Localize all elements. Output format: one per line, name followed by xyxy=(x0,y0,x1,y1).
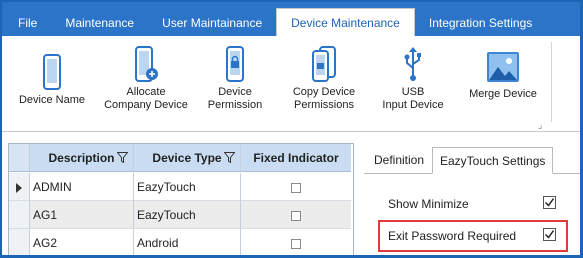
tab-definition[interactable]: Definition xyxy=(367,147,431,174)
merge-device-label: Merge Device xyxy=(469,88,537,100)
checkmark-icon xyxy=(544,198,555,207)
device-permission-button[interactable]: Device Permission xyxy=(204,46,266,112)
allocate-company-device-label: Allocate Company Device xyxy=(104,86,188,111)
ribbon-separator xyxy=(551,42,552,122)
tab-integration-settings[interactable]: Integration Settings xyxy=(415,10,546,36)
tab-device-maintenance[interactable]: Device Maintenance xyxy=(276,8,415,36)
cell-device-type[interactable]: EazyTouch xyxy=(134,173,241,201)
row-selector[interactable] xyxy=(9,229,30,255)
device-grid: Description Device Type Fixed Indicator … xyxy=(8,143,354,255)
copy-device-permissions-label: Copy Device Permissions xyxy=(292,86,356,111)
cell-description[interactable]: AG1 xyxy=(30,201,134,229)
column-header-device-type[interactable]: Device Type xyxy=(134,144,241,172)
row-pointer-icon[interactable] xyxy=(9,173,30,201)
phone-add-icon xyxy=(135,46,158,82)
column-header-fixed-indicator[interactable]: Fixed Indicator xyxy=(241,144,351,172)
cell-fixed-indicator[interactable] xyxy=(241,173,351,201)
table-row[interactable]: ADMIN EazyTouch xyxy=(9,173,353,201)
column-header-description[interactable]: Description xyxy=(30,144,134,172)
show-minimize-checkbox[interactable] xyxy=(543,196,556,209)
fixed-indicator-checkbox[interactable] xyxy=(291,210,301,221)
filter-icon[interactable] xyxy=(224,152,235,163)
ribbon: Device Name Allocate Company Device Devi… xyxy=(2,36,580,132)
tab-file[interactable]: File xyxy=(2,10,51,36)
cell-description[interactable]: ADMIN xyxy=(30,173,134,201)
app-window: File Maintenance User Maintainance Devic… xyxy=(0,0,583,258)
image-icon xyxy=(487,52,519,82)
fixed-indicator-checkbox[interactable] xyxy=(291,238,301,249)
usb-icon xyxy=(404,47,421,81)
fixed-indicator-checkbox[interactable] xyxy=(291,182,301,193)
checkmark-icon xyxy=(544,230,555,239)
dialog-launcher-icon[interactable]: ⌟ xyxy=(538,120,542,131)
column-header-device-type-label: Device Type xyxy=(152,151,222,165)
cell-description[interactable]: AG2 xyxy=(30,229,134,255)
tab-user-maintainance[interactable]: User Maintainance xyxy=(148,10,276,36)
table-row[interactable]: AG2 Android xyxy=(9,229,353,255)
settings-tab-strip: Definition EazyTouch Settings xyxy=(364,144,580,174)
device-name-button[interactable]: Device Name xyxy=(18,54,86,107)
ribbon-tab-bar: File Maintenance User Maintainance Devic… xyxy=(2,2,580,36)
column-header-description-label: Description xyxy=(48,151,115,165)
cell-device-type[interactable]: EazyTouch xyxy=(134,201,241,229)
device-name-label: Device Name xyxy=(18,94,86,106)
copy-phone-icon xyxy=(312,46,336,82)
phone-lock-icon xyxy=(226,46,244,82)
cell-fixed-indicator[interactable] xyxy=(241,201,351,229)
filter-icon[interactable] xyxy=(117,152,128,163)
table-row[interactable]: AG1 EazyTouch xyxy=(9,201,353,229)
merge-device-button[interactable]: Merge Device xyxy=(466,50,540,101)
copy-device-permissions-button[interactable]: Copy Device Permissions xyxy=(284,46,364,112)
row-selector-header xyxy=(9,144,30,172)
usb-input-device-button[interactable]: USB Input Device xyxy=(378,46,448,112)
device-permission-label: Device Permission xyxy=(207,86,263,111)
grid-header-row: Description Device Type Fixed Indicator xyxy=(9,144,353,172)
tab-maintenance[interactable]: Maintenance xyxy=(51,10,148,36)
exit-password-required-checkbox[interactable] xyxy=(543,228,556,241)
phone-icon xyxy=(43,54,61,90)
allocate-company-device-button[interactable]: Allocate Company Device xyxy=(100,46,192,112)
tab-eazytouch-settings[interactable]: EazyTouch Settings xyxy=(432,147,554,174)
usb-input-device-label: USB Input Device xyxy=(382,86,444,111)
exit-password-required-label: Exit Password Required xyxy=(388,229,517,243)
show-minimize-label: Show Minimize xyxy=(388,197,469,211)
cell-device-type[interactable]: Android xyxy=(134,229,241,255)
cell-fixed-indicator[interactable] xyxy=(241,229,351,255)
row-selector[interactable] xyxy=(9,201,30,229)
column-header-fixed-indicator-label: Fixed Indicator xyxy=(253,151,339,165)
